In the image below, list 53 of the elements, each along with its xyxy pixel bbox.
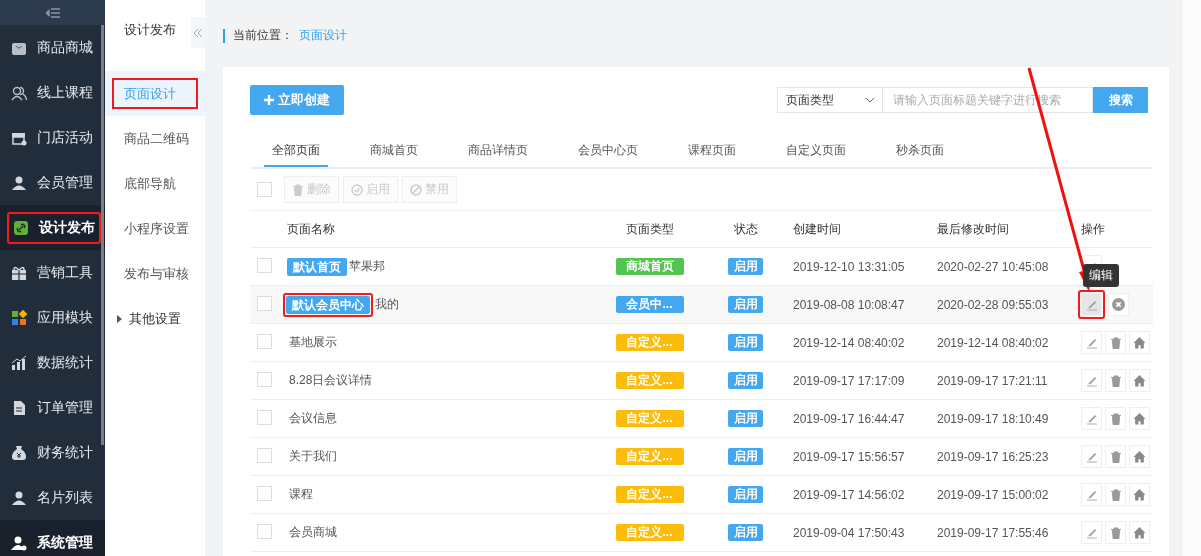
tooltip: 编辑 [1083,264,1119,287]
status-tag: 启用 [728,524,763,541]
default-tag: 默认会员中心 [286,295,370,314]
type-tag: 自定义... [615,448,684,465]
group-label: 其他设置 [129,309,181,328]
page-name: 会员商城 [289,524,337,541]
type-tag: 自定义... [615,334,684,351]
modified-time: 2019-09-17 17:21:11 [936,373,1049,388]
modified-time: 2019-09-17 15:00:02 [936,487,1050,502]
column-header: 操作 [1080,220,1106,238]
created-time: 2019-09-17 15:56:57 [792,449,906,464]
page-name: 8.28日会议详情 [289,372,373,389]
type-tag: 会员中... [615,296,684,313]
created-time: 2019-09-17 17:17:09 [792,373,906,388]
type-tag: 自定义... [615,486,684,503]
status-tag: 启用 [728,486,763,503]
section-title: 设计发布 [123,21,177,39]
created-time: 2019-09-04 17:50:43 [792,525,906,540]
status-tag: 启用 [728,448,763,465]
type-tag: 商城首页 [615,258,684,275]
modified-time: 2019-09-17 16:25:23 [936,449,1050,464]
status-tag: 启用 [728,296,763,313]
status-tag: 启用 [728,334,763,351]
status-tag: 启用 [728,410,763,427]
default-tag: 默认首页 [287,257,347,276]
status-tag: 启用 [728,258,763,275]
created-time: 2019-08-08 10:08:47 [792,297,906,312]
column-header: 页面名称 [287,220,336,238]
status-tag: 启用 [728,372,763,389]
page-name: 我的 [375,296,399,313]
page-name: 关于我们 [289,448,337,465]
type-tag: 自定义... [615,524,684,541]
modified-time: 2019-09-17 18:10:49 [936,411,1050,426]
modified-time: 2020-02-28 09:55:03 [936,297,1050,312]
column-header: 状态 [732,220,759,238]
type-tag: 自定义... [615,372,684,389]
modified-time: 2020-02-27 10:45:08 [936,259,1050,274]
page-name: 课程 [289,486,313,503]
created-time: 2019-12-14 08:40:02 [792,335,906,350]
column-header: 页面类型 [624,220,675,238]
page-name: 基地展示 [289,334,337,351]
created-time: 2019-09-17 16:44:47 [792,411,906,426]
breadcrumb-label: 当前位置： [233,26,293,44]
page-name: 会议信息 [289,410,337,427]
created-time: 2019-09-17 14:56:02 [792,487,906,502]
modified-time: 2019-09-17 17:55:46 [936,525,1050,540]
created-time: 2019-12-10 13:31:05 [792,259,906,274]
type-tag: 自定义... [615,410,684,427]
highlight-box: 设计发布 [7,211,101,244]
page-name: 苹果邦 [349,258,385,275]
column-header: 创建时间 [792,220,842,238]
modified-time: 2019-12-14 08:40:02 [936,335,1050,350]
column-header: 最后修改时间 [936,220,1010,238]
